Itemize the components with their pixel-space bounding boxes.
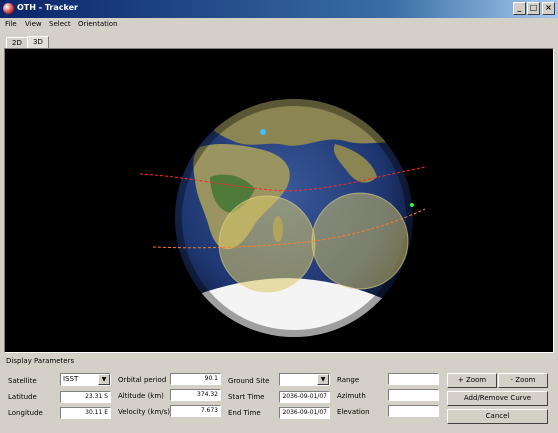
velocity-label: Velocity (km/s) <box>118 408 171 416</box>
satellite-select[interactable]: ISST ▼ <box>60 373 111 386</box>
end-time-field[interactable]: 2036-09-01/07 <box>279 407 330 419</box>
zoom-in-button[interactable]: + Zoom <box>447 373 497 388</box>
azimuth-field[interactable] <box>388 389 439 401</box>
coverage-circle-right <box>311 192 409 290</box>
menu-orientation[interactable]: Orientation <box>78 20 118 28</box>
satellite-marker <box>260 129 266 135</box>
ground-site-marker <box>410 203 414 207</box>
orbital-period-label: Orbital period <box>118 376 167 384</box>
elevation-label: Elevation <box>337 408 370 416</box>
satellite-value: ISST <box>63 375 79 383</box>
globe-viewport[interactable] <box>4 48 554 353</box>
close-button[interactable]: × <box>542 2 555 15</box>
view-tabs: 2D 3D <box>0 33 558 49</box>
title-bar: OTH - Tracker _ □ × <box>0 0 558 18</box>
zoom-out-button[interactable]: - Zoom <box>498 373 548 388</box>
latitude-label: Latitude <box>8 393 37 401</box>
maximize-button[interactable]: □ <box>527 2 540 15</box>
velocity-field[interactable]: 7.673 <box>170 405 221 417</box>
azimuth-label: Azimuth <box>337 392 366 400</box>
altitude-label: Altitude (km) <box>118 392 164 400</box>
globe-render <box>139 99 426 337</box>
longitude-label: Longitude <box>8 409 43 417</box>
window-title: OTH - Tracker <box>17 3 78 12</box>
add-remove-curve-button[interactable]: Add/Remove Curve <box>447 391 548 406</box>
range-field[interactable] <box>388 373 439 385</box>
menu-file[interactable]: File <box>5 20 17 28</box>
latitude-field[interactable]: 23.31 S <box>60 391 111 403</box>
start-time-field[interactable]: 2036-09-01/07 <box>279 391 330 403</box>
ground-site-label: Ground Site <box>228 377 270 385</box>
app-icon <box>3 3 14 14</box>
coverage-circle-left <box>218 195 316 293</box>
range-label: Range <box>337 376 360 384</box>
chevron-down-icon: ▼ <box>317 374 329 385</box>
minimize-button[interactable]: _ <box>513 2 526 15</box>
longitude-field[interactable]: 30.11 E <box>60 407 111 419</box>
panel-title: Display Parameters <box>6 357 75 365</box>
chevron-down-icon: ▼ <box>98 374 110 385</box>
elevation-field[interactable] <box>388 405 439 417</box>
satellite-label: Satellite <box>8 377 37 385</box>
altitude-field[interactable]: 374.32 <box>170 389 221 401</box>
menu-select[interactable]: Select <box>49 20 71 28</box>
menu-bar: File View Select Orientation <box>0 18 558 32</box>
start-time-label: Start Time <box>228 393 265 401</box>
ground-site-select[interactable]: ▼ <box>279 373 330 386</box>
orbital-period-field[interactable]: 90.1 <box>170 373 221 385</box>
end-time-label: End Time <box>228 409 261 417</box>
cancel-button[interactable]: Cancel <box>447 409 548 424</box>
menu-view[interactable]: View <box>25 20 42 28</box>
